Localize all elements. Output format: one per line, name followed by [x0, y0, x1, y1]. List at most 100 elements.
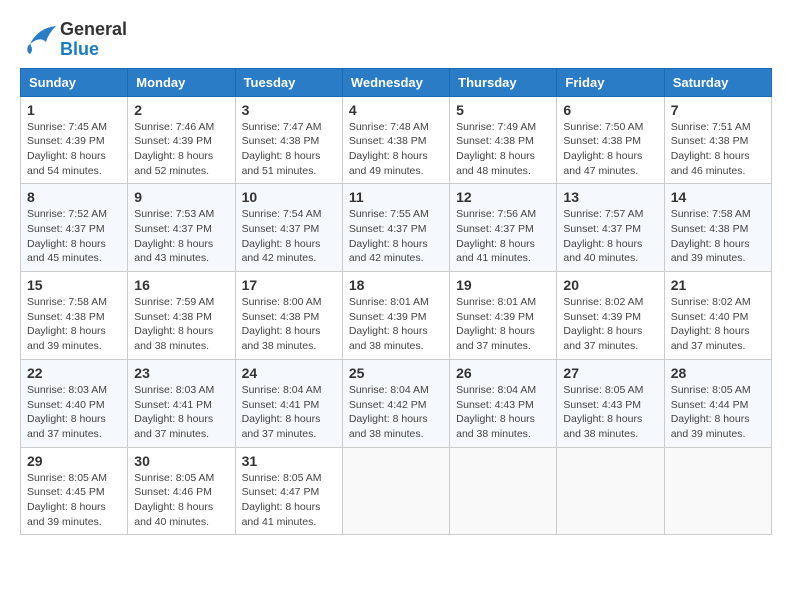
day-number: 26	[456, 365, 550, 381]
day-number: 11	[349, 189, 443, 205]
day-info: Sunrise: 8:01 AM Sunset: 4:39 PM Dayligh…	[456, 295, 550, 354]
day-number: 10	[242, 189, 336, 205]
weekday-thursday: Thursday	[450, 68, 557, 96]
day-cell: 14 Sunrise: 7:58 AM Sunset: 4:38 PM Dayl…	[664, 184, 771, 272]
day-cell	[557, 447, 664, 535]
day-info: Sunrise: 8:05 AM Sunset: 4:43 PM Dayligh…	[563, 383, 657, 442]
day-number: 23	[134, 365, 228, 381]
day-info: Sunrise: 7:59 AM Sunset: 4:38 PM Dayligh…	[134, 295, 228, 354]
day-number: 8	[27, 189, 121, 205]
weekday-saturday: Saturday	[664, 68, 771, 96]
day-cell	[342, 447, 449, 535]
day-number: 12	[456, 189, 550, 205]
day-info: Sunrise: 8:01 AM Sunset: 4:39 PM Dayligh…	[349, 295, 443, 354]
calendar-table: SundayMondayTuesdayWednesdayThursdayFrid…	[20, 68, 772, 536]
day-info: Sunrise: 8:00 AM Sunset: 4:38 PM Dayligh…	[242, 295, 336, 354]
day-info: Sunrise: 7:52 AM Sunset: 4:37 PM Dayligh…	[27, 207, 121, 266]
day-cell: 22 Sunrise: 8:03 AM Sunset: 4:40 PM Dayl…	[21, 359, 128, 447]
day-number: 6	[563, 102, 657, 118]
day-info: Sunrise: 7:51 AM Sunset: 4:38 PM Dayligh…	[671, 120, 765, 179]
day-number: 21	[671, 277, 765, 293]
day-number: 27	[563, 365, 657, 381]
week-row-1: 1 Sunrise: 7:45 AM Sunset: 4:39 PM Dayli…	[21, 96, 772, 184]
day-cell: 29 Sunrise: 8:05 AM Sunset: 4:45 PM Dayl…	[21, 447, 128, 535]
day-cell: 28 Sunrise: 8:05 AM Sunset: 4:44 PM Dayl…	[664, 359, 771, 447]
day-cell	[664, 447, 771, 535]
day-number: 20	[563, 277, 657, 293]
day-cell: 17 Sunrise: 8:00 AM Sunset: 4:38 PM Dayl…	[235, 272, 342, 360]
weekday-header-row: SundayMondayTuesdayWednesdayThursdayFrid…	[21, 68, 772, 96]
day-cell: 15 Sunrise: 7:58 AM Sunset: 4:38 PM Dayl…	[21, 272, 128, 360]
day-number: 13	[563, 189, 657, 205]
weekday-friday: Friday	[557, 68, 664, 96]
day-info: Sunrise: 8:04 AM Sunset: 4:42 PM Dayligh…	[349, 383, 443, 442]
day-number: 1	[27, 102, 121, 118]
day-cell: 30 Sunrise: 8:05 AM Sunset: 4:46 PM Dayl…	[128, 447, 235, 535]
day-cell: 18 Sunrise: 8:01 AM Sunset: 4:39 PM Dayl…	[342, 272, 449, 360]
day-cell: 2 Sunrise: 7:46 AM Sunset: 4:39 PM Dayli…	[128, 96, 235, 184]
day-info: Sunrise: 8:05 AM Sunset: 4:45 PM Dayligh…	[27, 471, 121, 530]
day-info: Sunrise: 8:02 AM Sunset: 4:40 PM Dayligh…	[671, 295, 765, 354]
day-cell: 21 Sunrise: 8:02 AM Sunset: 4:40 PM Dayl…	[664, 272, 771, 360]
day-number: 24	[242, 365, 336, 381]
day-cell: 6 Sunrise: 7:50 AM Sunset: 4:38 PM Dayli…	[557, 96, 664, 184]
day-number: 29	[27, 453, 121, 469]
day-cell: 4 Sunrise: 7:48 AM Sunset: 4:38 PM Dayli…	[342, 96, 449, 184]
day-info: Sunrise: 7:45 AM Sunset: 4:39 PM Dayligh…	[27, 120, 121, 179]
day-info: Sunrise: 8:02 AM Sunset: 4:39 PM Dayligh…	[563, 295, 657, 354]
day-number: 22	[27, 365, 121, 381]
day-cell: 31 Sunrise: 8:05 AM Sunset: 4:47 PM Dayl…	[235, 447, 342, 535]
day-number: 5	[456, 102, 550, 118]
day-number: 3	[242, 102, 336, 118]
day-cell: 5 Sunrise: 7:49 AM Sunset: 4:38 PM Dayli…	[450, 96, 557, 184]
day-info: Sunrise: 7:50 AM Sunset: 4:38 PM Dayligh…	[563, 120, 657, 179]
day-info: Sunrise: 8:05 AM Sunset: 4:47 PM Dayligh…	[242, 471, 336, 530]
day-cell: 24 Sunrise: 8:04 AM Sunset: 4:41 PM Dayl…	[235, 359, 342, 447]
week-row-5: 29 Sunrise: 8:05 AM Sunset: 4:45 PM Dayl…	[21, 447, 772, 535]
weekday-tuesday: Tuesday	[235, 68, 342, 96]
day-info: Sunrise: 7:58 AM Sunset: 4:38 PM Dayligh…	[27, 295, 121, 354]
logo: GeneralBlue	[20, 20, 127, 60]
day-info: Sunrise: 7:58 AM Sunset: 4:38 PM Dayligh…	[671, 207, 765, 266]
week-row-3: 15 Sunrise: 7:58 AM Sunset: 4:38 PM Dayl…	[21, 272, 772, 360]
day-number: 14	[671, 189, 765, 205]
day-info: Sunrise: 7:54 AM Sunset: 4:37 PM Dayligh…	[242, 207, 336, 266]
day-info: Sunrise: 7:53 AM Sunset: 4:37 PM Dayligh…	[134, 207, 228, 266]
day-number: 28	[671, 365, 765, 381]
day-cell: 8 Sunrise: 7:52 AM Sunset: 4:37 PM Dayli…	[21, 184, 128, 272]
day-cell: 25 Sunrise: 8:04 AM Sunset: 4:42 PM Dayl…	[342, 359, 449, 447]
day-cell: 27 Sunrise: 8:05 AM Sunset: 4:43 PM Dayl…	[557, 359, 664, 447]
day-number: 19	[456, 277, 550, 293]
day-info: Sunrise: 7:48 AM Sunset: 4:38 PM Dayligh…	[349, 120, 443, 179]
day-cell: 13 Sunrise: 7:57 AM Sunset: 4:37 PM Dayl…	[557, 184, 664, 272]
day-cell: 1 Sunrise: 7:45 AM Sunset: 4:39 PM Dayli…	[21, 96, 128, 184]
day-cell: 3 Sunrise: 7:47 AM Sunset: 4:38 PM Dayli…	[235, 96, 342, 184]
week-row-4: 22 Sunrise: 8:03 AM Sunset: 4:40 PM Dayl…	[21, 359, 772, 447]
day-info: Sunrise: 7:55 AM Sunset: 4:37 PM Dayligh…	[349, 207, 443, 266]
day-info: Sunrise: 7:56 AM Sunset: 4:37 PM Dayligh…	[456, 207, 550, 266]
day-info: Sunrise: 8:04 AM Sunset: 4:41 PM Dayligh…	[242, 383, 336, 442]
logo-text: GeneralBlue	[60, 20, 127, 60]
week-row-2: 8 Sunrise: 7:52 AM Sunset: 4:37 PM Dayli…	[21, 184, 772, 272]
day-cell: 9 Sunrise: 7:53 AM Sunset: 4:37 PM Dayli…	[128, 184, 235, 272]
weekday-wednesday: Wednesday	[342, 68, 449, 96]
day-number: 17	[242, 277, 336, 293]
day-info: Sunrise: 7:57 AM Sunset: 4:37 PM Dayligh…	[563, 207, 657, 266]
day-info: Sunrise: 8:03 AM Sunset: 4:41 PM Dayligh…	[134, 383, 228, 442]
weekday-monday: Monday	[128, 68, 235, 96]
day-info: Sunrise: 8:05 AM Sunset: 4:44 PM Dayligh…	[671, 383, 765, 442]
day-number: 4	[349, 102, 443, 118]
day-cell: 7 Sunrise: 7:51 AM Sunset: 4:38 PM Dayli…	[664, 96, 771, 184]
day-number: 18	[349, 277, 443, 293]
day-info: Sunrise: 8:04 AM Sunset: 4:43 PM Dayligh…	[456, 383, 550, 442]
logo-icon	[20, 24, 56, 56]
day-info: Sunrise: 7:46 AM Sunset: 4:39 PM Dayligh…	[134, 120, 228, 179]
day-number: 7	[671, 102, 765, 118]
day-cell: 23 Sunrise: 8:03 AM Sunset: 4:41 PM Dayl…	[128, 359, 235, 447]
day-number: 9	[134, 189, 228, 205]
day-number: 15	[27, 277, 121, 293]
day-info: Sunrise: 7:47 AM Sunset: 4:38 PM Dayligh…	[242, 120, 336, 179]
day-cell	[450, 447, 557, 535]
day-number: 2	[134, 102, 228, 118]
day-cell: 19 Sunrise: 8:01 AM Sunset: 4:39 PM Dayl…	[450, 272, 557, 360]
